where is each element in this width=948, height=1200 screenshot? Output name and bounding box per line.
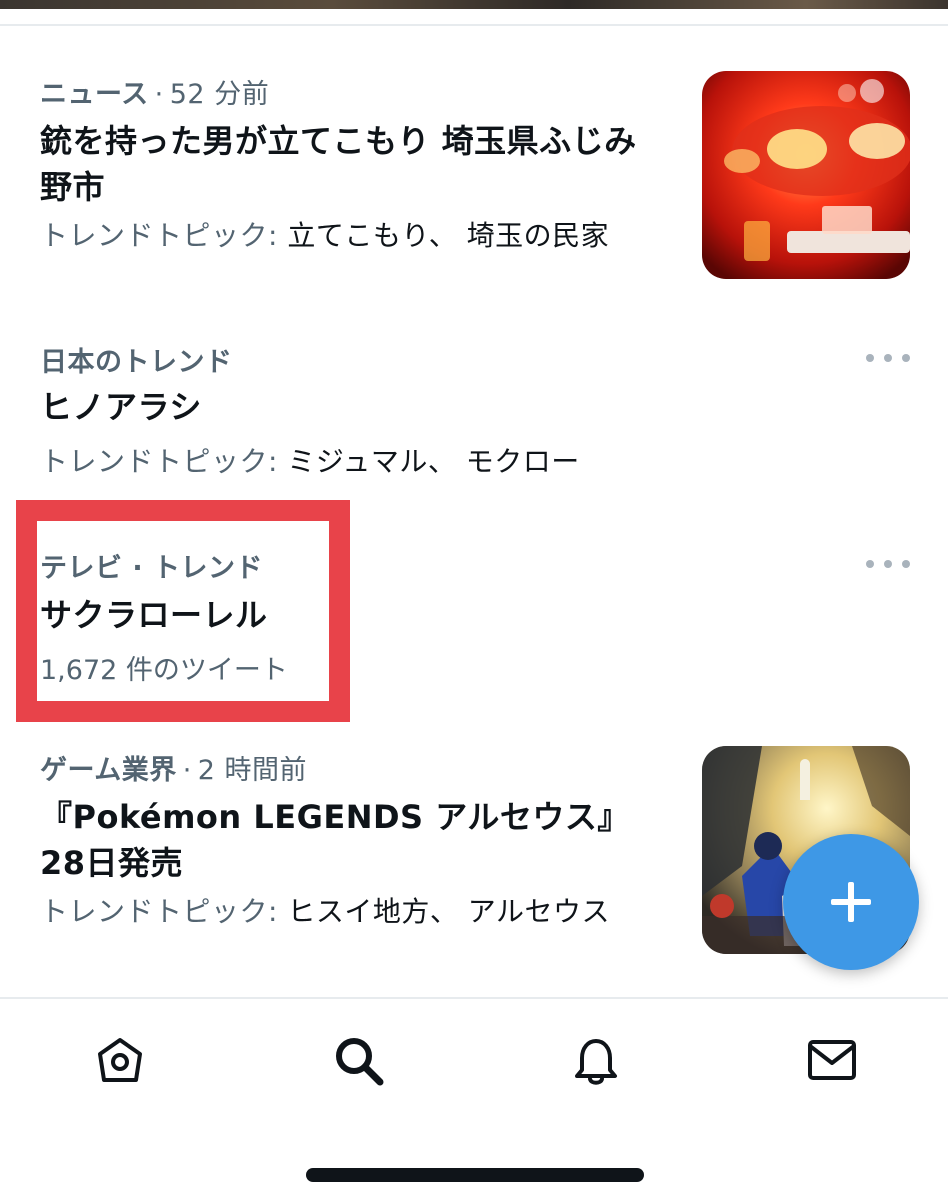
trend-category: 日本のトレンド (40, 347, 233, 378)
more-dot (902, 560, 910, 568)
topics-label: トレンドトピック: (40, 445, 278, 478)
divider (0, 997, 948, 999)
police-siren-image (702, 71, 910, 279)
topics-label: トレンドトピック: (40, 895, 278, 928)
trend-title-line1: 『Pokémon LEGENDS アルセウス』 (40, 798, 630, 836)
meta-separator: · (182, 755, 192, 786)
home-indicator[interactable] (306, 1168, 644, 1182)
home-icon (98, 1038, 142, 1082)
police-siren-thumbnail[interactable] (702, 71, 910, 279)
trend-topics: トレンドトピック: ミジュマル、 モクロー (40, 440, 580, 480)
trend-meta: ゲーム業界 · 2 時間前 (40, 748, 307, 787)
trend-title: 銃を持った男が立てこもり 埼玉県ふじみ 野市 (40, 118, 637, 210)
tab-notifications[interactable] (566, 1030, 626, 1090)
meta-separator: · (154, 79, 164, 110)
trend-meta: テレビ · トレンド (40, 546, 263, 585)
more-dot (866, 354, 874, 362)
more-dot (866, 560, 874, 568)
topics-values: ミジュマル、 モクロー (287, 445, 580, 478)
trend-topics: トレンドトピック: 立てこもり、 埼玉の民家 (40, 214, 609, 254)
plus-icon (831, 882, 871, 922)
trend-title: ヒノアラシ (40, 388, 202, 426)
tab-search[interactable] (328, 1030, 388, 1090)
topics-values: ヒスイ地方、 アルセウス (287, 895, 610, 928)
trend-category: ニュース (40, 79, 149, 110)
trend-title-line1: 銃を持った男が立てこもり 埼玉県ふじみ (40, 122, 637, 160)
trend-category: ゲーム業界 (40, 755, 177, 786)
trend-title-line2: 28日発売 (40, 844, 184, 882)
more-options-button[interactable] (866, 554, 910, 574)
trend-item-tv[interactable]: テレビ · トレンド サクラローレル 1,672 件のツイート (0, 500, 948, 730)
trend-time: 52 分前 (169, 79, 270, 110)
compose-button[interactable] (783, 834, 919, 970)
more-dot (884, 354, 892, 362)
tab-home[interactable] (90, 1030, 150, 1090)
search-icon (336, 1038, 384, 1086)
bell-icon (575, 1039, 617, 1085)
topics-label: トレンドトピック: (40, 219, 278, 252)
more-dot (884, 560, 892, 568)
more-options-button[interactable] (866, 348, 910, 368)
trend-category: テレビ · トレンド (40, 553, 264, 584)
trend-meta: 日本のトレンド (40, 340, 233, 379)
trend-title: サクラローレル (40, 596, 268, 634)
trend-meta: ニュース · 52 分前 (40, 72, 269, 111)
trend-title: 『Pokémon LEGENDS アルセウス』 28日発売 (40, 794, 630, 886)
tweet-count: 1,672 件のツイート (40, 655, 288, 686)
trend-title-line2: 野市 (40, 168, 106, 206)
trend-topics: トレンドトピック: ヒスイ地方、 アルセウス (40, 890, 610, 930)
trend-item-japan[interactable]: 日本のトレンド ヒノアラシ トレンドトピック: ミジュマル、 モクロー (0, 300, 948, 500)
more-dot (902, 354, 910, 362)
tab-messages[interactable] (802, 1030, 862, 1090)
mail-icon (808, 1040, 856, 1080)
trend-item-news[interactable]: ニュース · 52 分前 銃を持った男が立てこもり 埼玉県ふじみ 野市 トレンドトピ… (0, 0, 948, 300)
trend-time: 2 時間前 (197, 755, 308, 786)
topics-values: 立てこもり、 埼玉の民家 (287, 219, 610, 252)
